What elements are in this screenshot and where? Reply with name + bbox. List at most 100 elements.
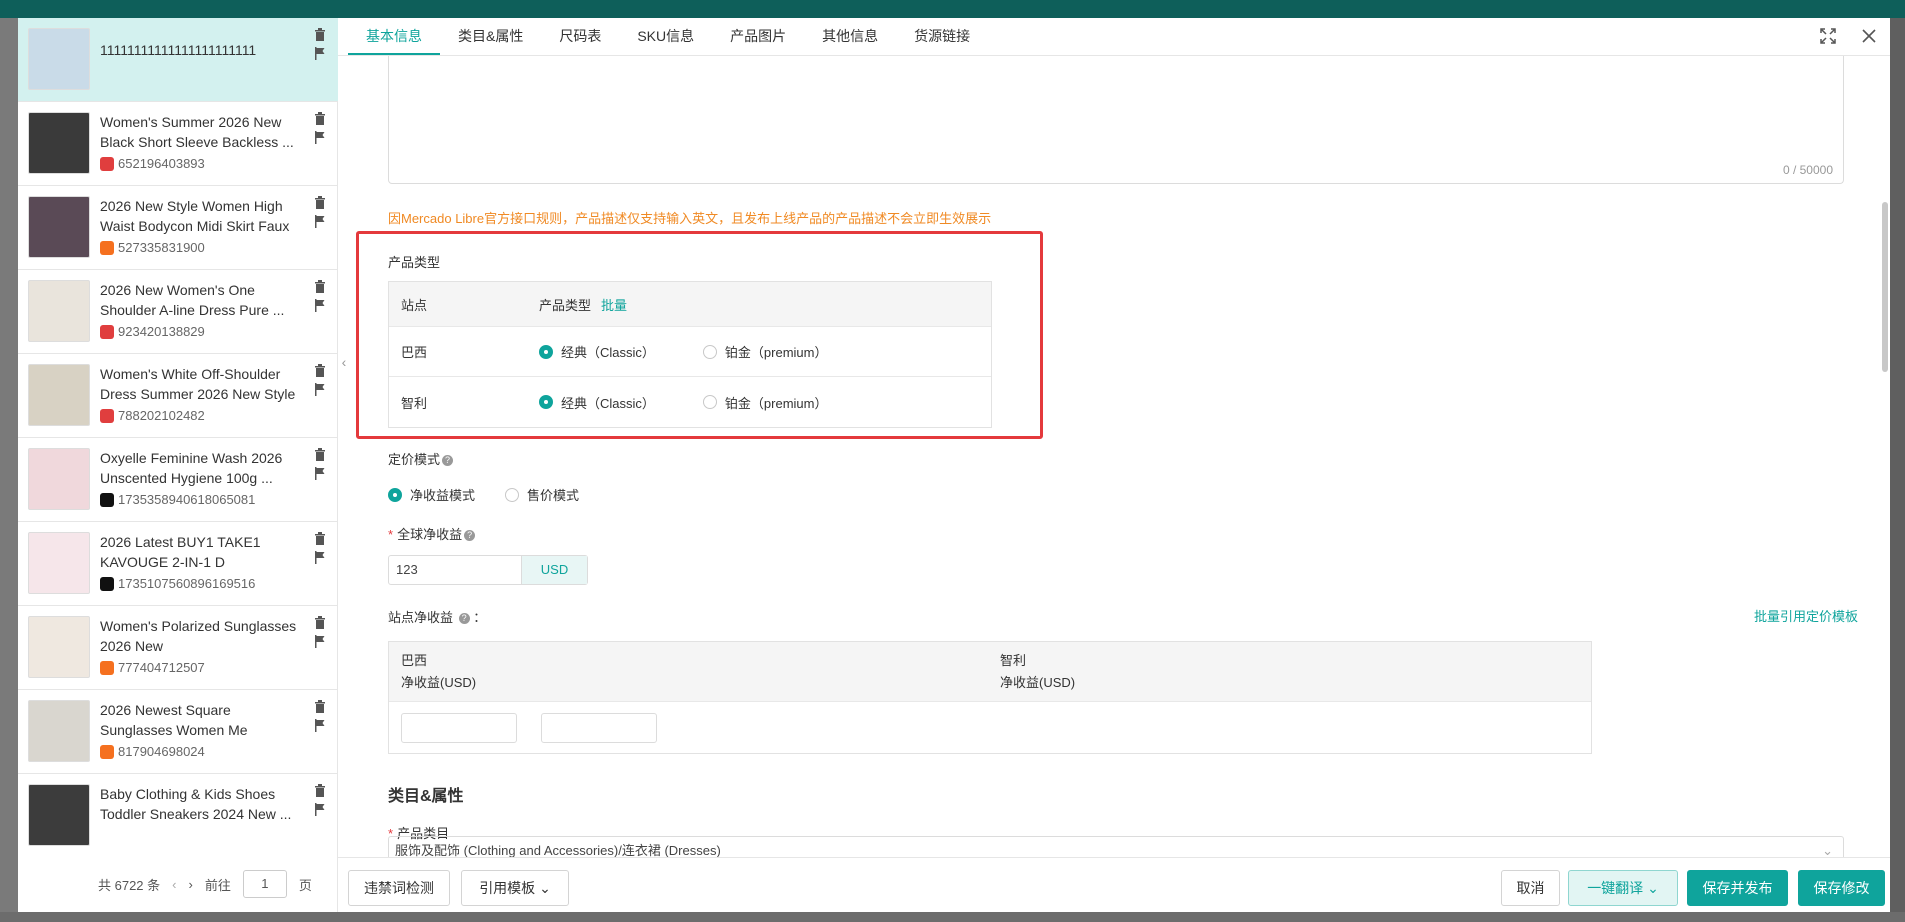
flag-icon[interactable] (314, 131, 326, 144)
list-item[interactable]: 11111111111111111111111 (18, 18, 338, 102)
product-id: 817904698024 (118, 744, 205, 759)
help-icon[interactable]: ? (442, 455, 454, 466)
product-thumbnail (28, 532, 90, 594)
close-icon[interactable] (1862, 28, 1876, 46)
flag-icon[interactable] (314, 47, 326, 60)
product-id: 777404712507 (118, 660, 205, 675)
product-thumbnail (28, 112, 90, 174)
save-edit-button[interactable]: 保存修改 (1798, 870, 1885, 906)
brazil-net-input[interactable] (401, 713, 517, 743)
delete-icon[interactable] (314, 448, 326, 461)
flag-icon[interactable] (314, 551, 326, 564)
delete-icon[interactable] (314, 196, 326, 209)
product-thumbnail (28, 196, 90, 258)
list-item[interactable]: 2026 Newest Square Sunglasses Women Me 81… (18, 690, 338, 774)
product-title: Oxyelle Feminine Wash 2026 Unscented Hyg… (100, 450, 283, 486)
radio-classic[interactable]: 经典（Classic） (539, 342, 655, 361)
check-forbidden-words-button[interactable]: 违禁词检测 (348, 870, 450, 906)
global-net-input[interactable]: 123 USD (388, 555, 588, 585)
radio-checked-icon (539, 395, 553, 409)
delete-icon[interactable] (314, 784, 326, 797)
page-input[interactable]: 1 (242, 870, 287, 898)
product-title: Baby Clothing & Kids Shoes Toddler Sneak… (100, 786, 292, 822)
pricing-mode-label: 定价模式? (388, 449, 454, 468)
product-thumbnail (28, 784, 90, 846)
product-thumbnail (28, 616, 90, 678)
flag-icon[interactable] (314, 719, 326, 732)
product-id-row: 652196403893 (100, 156, 298, 171)
delete-icon[interactable] (314, 112, 326, 125)
help-icon[interactable]: ? (458, 613, 470, 624)
apply-template-button[interactable]: 引用模板 ⌄ (461, 870, 569, 906)
product-id: 527335831900 (118, 240, 205, 255)
translate-button[interactable]: 一键翻译 ⌄ (1568, 870, 1678, 906)
save-publish-button[interactable]: 保存并发布 (1687, 870, 1788, 906)
char-counter: 0 / 50000 (1782, 163, 1833, 177)
footer-bar: 违禁词检测 引用模板 ⌄ 取消 一键翻译 ⌄ 保存并发布 保存修改 (338, 857, 1890, 912)
site-name: 智利 (1000, 653, 1027, 668)
category-select[interactable]: 服饰及配饰 (Clothing and Accessories)/连衣裙 (Dr… (388, 836, 1844, 857)
description-textarea[interactable]: 0 / 50000 (388, 56, 1844, 184)
pager-unit: 页 (298, 877, 312, 893)
product-title: Women's Polarized Sunglasses 2026 New (100, 618, 297, 654)
tab-basic-info[interactable]: 基本信息 (348, 17, 440, 55)
radio-net-mode[interactable]: 净收益模式 (388, 485, 475, 504)
list-item[interactable]: 2026 New Women's One Shoulder A-line Dre… (18, 270, 338, 354)
delete-icon[interactable] (314, 616, 326, 629)
list-item[interactable]: 2026 Latest BUY1 TAKE1 KAVOUGE 2-IN-1 D 1… (18, 522, 338, 606)
flag-icon[interactable] (314, 467, 326, 480)
radio-premium[interactable]: 铂金（premium） (702, 342, 827, 361)
product-title: 2026 Newest Square Sunglasses Women Me (100, 702, 248, 738)
delete-icon[interactable] (314, 700, 326, 713)
tab-source-link[interactable]: 货源链接 (896, 17, 988, 55)
product-thumbnail (28, 448, 90, 510)
flag-icon[interactable] (314, 215, 326, 228)
table-header: 巴西 净收益(USD) 智利 净收益(USD) (389, 642, 1591, 702)
radio-premium[interactable]: 铂金（premium） (702, 393, 827, 412)
background-header (0, 0, 1905, 18)
background-footer (0, 912, 1905, 922)
list-item[interactable]: Women's Polarized Sunglasses 2026 New 777… (18, 606, 338, 690)
radio-sale-mode[interactable]: 售价模式 (505, 485, 579, 504)
scrollbar[interactable] (1880, 56, 1890, 857)
prev-page-icon[interactable]: ‹ (172, 877, 176, 892)
batch-pricing-template-link[interactable]: 批量引用定价模板 (1754, 606, 1858, 625)
list-item[interactable]: Baby Clothing & Kids Shoes Toddler Sneak… (18, 774, 338, 856)
cancel-button[interactable]: 取消 (1501, 870, 1560, 906)
radio-classic[interactable]: 经典（Classic） (539, 393, 655, 412)
list-item[interactable]: Women's White Off-Shoulder Dress Summer … (18, 354, 338, 438)
flag-icon[interactable] (314, 803, 326, 816)
pricing-mode-group: 净收益模式 售价模式 (388, 485, 617, 504)
fullscreen-icon[interactable] (1820, 27, 1836, 47)
tab-size-chart[interactable]: 尺码表 (541, 17, 619, 55)
global-net-value[interactable]: 123 (389, 556, 521, 584)
delete-icon[interactable] (314, 532, 326, 545)
list-item[interactable]: Women's Summer 2026 New Black Short Slee… (18, 102, 338, 186)
batch-link[interactable]: 批量 (601, 295, 627, 314)
table-header: 站点 产品类型 批量 (389, 282, 991, 327)
chevron-down-icon: ⌄ (539, 880, 551, 896)
tab-sku-info[interactable]: SKU信息 (619, 17, 712, 55)
tab-category-attributes[interactable]: 类目&属性 (440, 17, 541, 55)
flag-icon[interactable] (314, 299, 326, 312)
list-item[interactable]: 2026 New Style Women High Waist Bodycon … (18, 186, 338, 270)
next-page-icon[interactable]: › (189, 877, 193, 892)
list-item[interactable]: Oxyelle Feminine Wash 2026 Unscented Hyg… (18, 438, 338, 522)
tab-other-info[interactable]: 其他信息 (804, 17, 896, 55)
site-name: 智利 (401, 395, 428, 411)
help-icon[interactable]: ? (464, 530, 476, 541)
chevron-down-icon: ⌄ (1647, 880, 1659, 896)
delete-icon[interactable] (314, 364, 326, 377)
tab-product-images[interactable]: 产品图片 (712, 17, 804, 55)
delete-icon[interactable] (314, 280, 326, 293)
product-id-row: 527335831900 (100, 240, 298, 255)
scrollbar-thumb[interactable] (1882, 202, 1888, 372)
product-id: 1735107560896169516 (118, 576, 256, 591)
delete-icon[interactable] (314, 28, 326, 41)
product-title: Women's White Off-Shoulder Dress Summer … (100, 366, 296, 402)
flag-icon[interactable] (314, 383, 326, 396)
radio-label: 售价模式 (527, 488, 580, 503)
chile-net-input[interactable] (541, 713, 657, 743)
flag-icon[interactable] (314, 635, 326, 648)
radio-checked-icon (388, 487, 402, 502)
